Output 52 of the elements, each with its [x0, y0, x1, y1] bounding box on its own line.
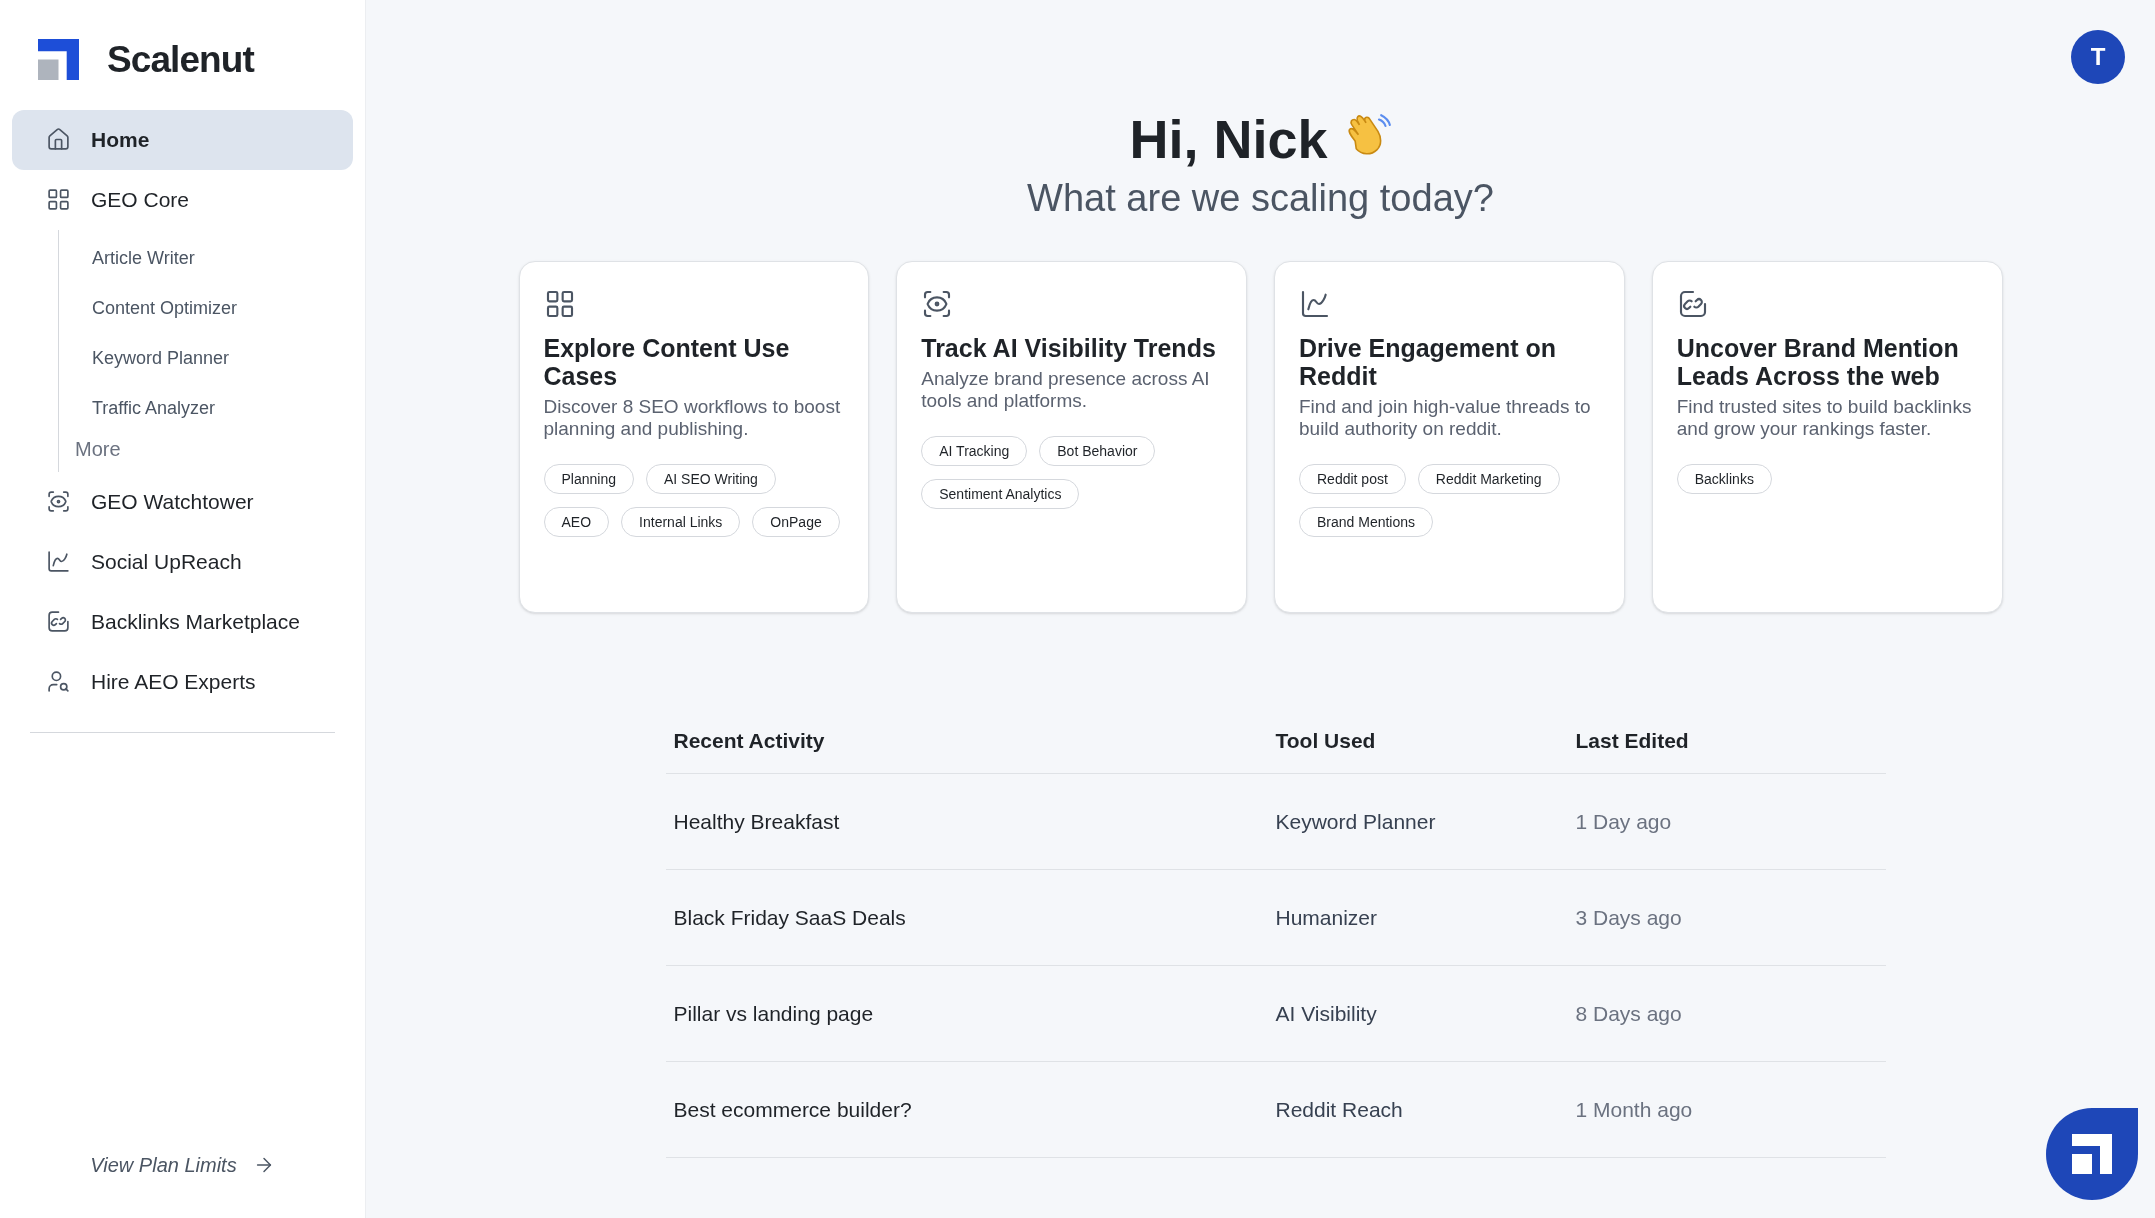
eye-icon [46, 489, 71, 514]
column-header: Tool Used [1275, 727, 1377, 754]
feature-card[interactable]: Track AI Visibility Trends Analyze brand presence across AI tools and platforms. AI Tracking Bot Behavior Sentiment Analytics [896, 261, 1247, 613]
card-description: Analyze brand presence across AI tools and platforms. [921, 368, 1211, 412]
nav-subitem[interactable]: Keyword Planner [59, 333, 353, 384]
greeting-title: Hi, Nick [1129, 112, 1328, 166]
line-chart-icon [1299, 288, 1331, 320]
link-icon [46, 609, 71, 634]
column-header: Recent Activity [673, 727, 826, 754]
feature-card[interactable]: Uncover Brand Mention Leads Across the web Find trusted sites to build backlinks and grow your rankings faster. Backlinks [1651, 261, 2003, 613]
greeting-subtitle: What are we scaling today? [1027, 176, 1494, 221]
brand-name: Scalenut [107, 38, 254, 82]
table-cell-text: AI Visibility [1275, 1000, 1378, 1027]
nav-item[interactable]: Backlinks Marketplace [12, 591, 353, 652]
logo-icon [38, 39, 79, 81]
column-header: Last Edited [1575, 727, 1690, 754]
card-title: Drive Engagement on Reddit [1299, 334, 1557, 390]
user-avatar[interactable]: T [2071, 30, 2125, 84]
table-cell-text: 1 Month ago [1575, 1096, 1694, 1123]
card-title: Explore Content Use Cases [543, 334, 791, 390]
nav-subitem[interactable]: Traffic Analyzer [59, 383, 353, 434]
table-cell-text: 8 Days ago [1575, 1000, 1683, 1027]
feature-card[interactable]: Drive Engagement on Reddit Find and join high-value threads to build authority on reddit. Reddit post Reddit Marketing Brand Mentions [1274, 261, 1625, 613]
nav-item[interactable]: Hire AEO Experts [12, 651, 353, 712]
logo-icon [2072, 1134, 2112, 1174]
table-cell[interactable]: Black Friday SaaS Deals [673, 901, 1276, 934]
card-title: Track AI Visibility Trends [921, 334, 1217, 362]
home-icon [46, 127, 71, 152]
table-cell-text: Humanizer [1275, 904, 1379, 931]
feature-card[interactable]: Explore Content Use Cases Discover 8 SEO workflows to boost planning and publishing. Planning AI SEO Writing AEO Internal Links OnPage [518, 261, 870, 613]
card-description: Discover 8 SEO workflows to boost planning and publishing. [543, 396, 842, 440]
table-cell[interactable]: Best ecommerce builder? [673, 1093, 1276, 1126]
card-description: Find and join high-value threads to build authority on reddit. [1299, 396, 1592, 440]
nav-item[interactable]: GEO Watchtower [12, 471, 353, 532]
more-link[interactable]: More [59, 433, 353, 464]
nav-subitem[interactable]: Content Optimizer [59, 283, 353, 334]
card-title: Uncover Brand Mention Leads Across the web [1676, 334, 1960, 390]
nav-item[interactable]: GEO Core [12, 169, 353, 230]
card-description: Find trusted sites to build backlinks and grow your rankings faster. [1676, 396, 1973, 440]
nav-subitem[interactable]: Article Writer [59, 233, 353, 284]
table-cell-text: Reddit Reach [1275, 1096, 1404, 1123]
table-cell-text: Keyword Planner [1275, 808, 1437, 835]
nav-item[interactable]: Social UpReach [12, 531, 353, 592]
grid-icon [46, 187, 71, 212]
view-plan-limits-link[interactable]: View Plan Limits [90, 1150, 275, 1180]
table-cell-text: 3 Days ago [1575, 904, 1683, 931]
table-cell[interactable]: Pillar vs landing page [673, 997, 1276, 1030]
line-chart-icon [46, 549, 71, 574]
table-cell[interactable]: Healthy Breakfast [673, 805, 1276, 838]
table-cell-text: 1 Day ago [1575, 808, 1673, 835]
person-search-icon [46, 669, 71, 694]
nav-item[interactable]: Home [12, 109, 353, 170]
